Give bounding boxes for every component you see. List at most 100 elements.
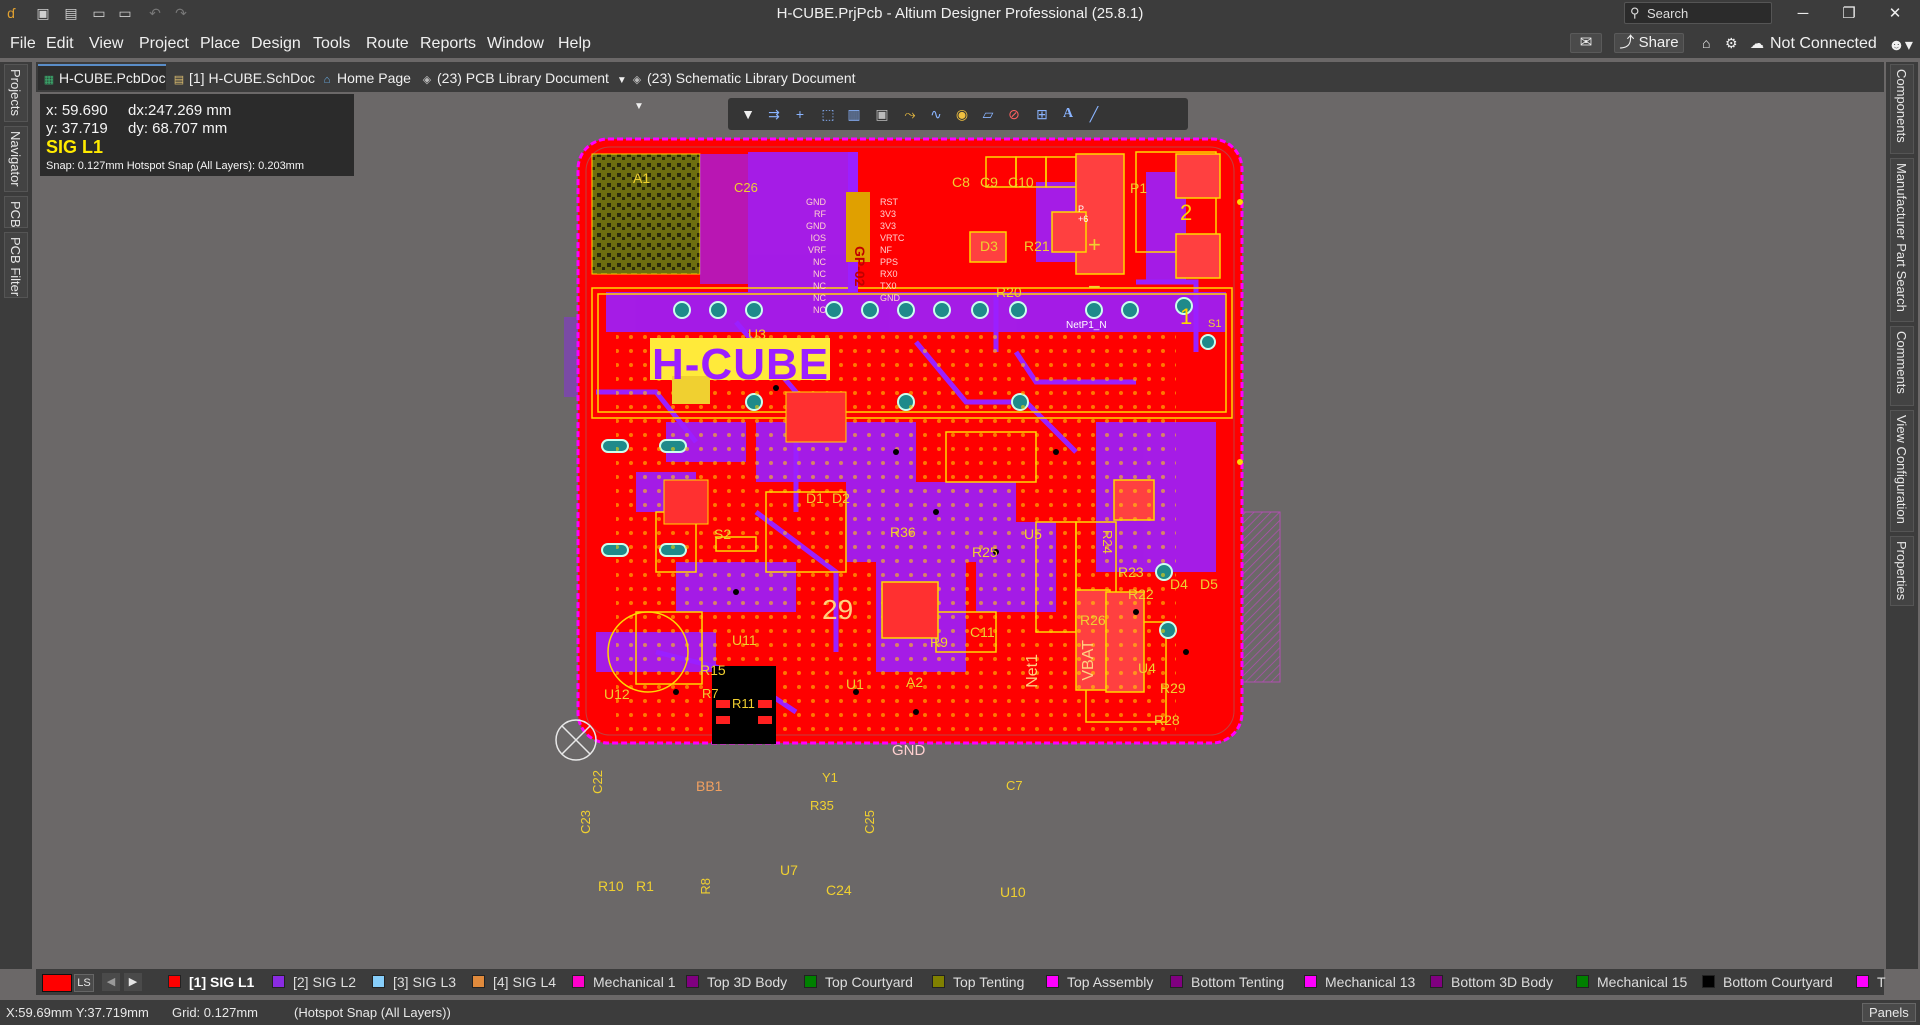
search-box[interactable]: ⚲ Search (1624, 2, 1772, 24)
tab-schematic-library[interactable]: ◈ (23) Schematic Library Document ▼ (626, 66, 870, 112)
component-icon[interactable]: ▣ (872, 104, 892, 124)
layer-tab-sig-l2[interactable]: [2] SIG L2 (272, 974, 356, 990)
ref-r20: R20 (996, 284, 1022, 300)
menu-view[interactable]: View (89, 35, 123, 53)
tab-schdoc[interactable]: ▤ [1] H-CUBE.SchDoc (168, 66, 322, 90)
menu-project[interactable]: Project (139, 35, 189, 53)
keepout-icon[interactable]: ⊘ (1004, 104, 1024, 124)
filter-icon[interactable]: ▼ (738, 104, 758, 124)
panels-button[interactable]: Panels (1862, 1003, 1916, 1022)
restore-icon[interactable]: ❐ (1826, 0, 1872, 28)
menu-window[interactable]: Window (487, 35, 544, 53)
pcb-doc-icon: ▦ (43, 74, 55, 86)
menu-reports[interactable]: Reports (420, 35, 476, 53)
current-layer-swatch[interactable] (42, 974, 72, 992)
panel-tab-navigator[interactable]: Navigator (4, 126, 28, 192)
net1-label: Net1 (1024, 654, 1041, 688)
connection-status[interactable]: Not Connected (1770, 35, 1877, 53)
panel-tab-pcb[interactable]: PCB (4, 196, 28, 228)
ref-d2: D2 (832, 490, 850, 506)
ref-r7: R7 (702, 686, 719, 701)
chat-icon[interactable]: ✉ (1570, 33, 1602, 53)
menu-help[interactable]: Help (558, 35, 591, 53)
share-button[interactable]: ⤴ Share (1614, 33, 1684, 53)
close-icon[interactable]: ✕ (1872, 0, 1918, 28)
menu-bar: File Edit View Project Place Design Tool… (0, 28, 1920, 58)
coordinate-readout: x: 59.690 dx:247.269 mm y: 37.719 dy: 68… (40, 94, 354, 176)
diff-pair-icon[interactable]: ∿ (926, 104, 946, 124)
ref-c7: C7 (1006, 778, 1023, 793)
ref-s2: S2 (714, 526, 732, 542)
chart-icon[interactable]: ▥ (844, 104, 864, 124)
ref-u1: U1 (846, 676, 864, 692)
layer-tab-overflow[interactable]: T (1856, 974, 1886, 990)
layer-tab-bottom-tenting[interactable]: Bottom Tenting (1170, 974, 1284, 990)
ref-p1: P1 (1130, 180, 1148, 196)
gear-icon[interactable]: ⚙ (1725, 35, 1738, 52)
panel-tab-comments[interactable]: Comments (1890, 326, 1914, 406)
panel-tab-properties[interactable]: Properties (1890, 536, 1914, 606)
ref-r8: R8 (698, 878, 713, 895)
layer-tab-top-tenting[interactable]: Top Tenting (932, 974, 1024, 990)
panel-tab-view-configuration[interactable]: View Configuration (1890, 410, 1914, 532)
select-rect-icon[interactable]: ⬚ (818, 104, 838, 124)
layer-tab-top-3d-body[interactable]: Top 3D Body (686, 974, 787, 990)
string-icon[interactable]: A (1058, 104, 1078, 124)
menu-design[interactable]: Design (251, 35, 301, 53)
panel-tab-manufacturer-part-search[interactable]: Manufacturer Part Search (1890, 158, 1914, 322)
ref-c24: C24 (826, 882, 852, 898)
tab-pcbdoc[interactable]: ▦ H-CUBE.PcbDoc (38, 64, 166, 90)
user-icon[interactable]: ☻▾ (1888, 35, 1913, 55)
layer-set-button[interactable]: LS (74, 974, 94, 992)
chip-u1[interactable] (881, 581, 939, 639)
line-icon[interactable]: ╱ (1084, 104, 1104, 124)
panel-tab-projects[interactable]: Projects (4, 64, 28, 122)
polygon-icon[interactable]: ▱ (978, 104, 998, 124)
cross-icon[interactable]: + (790, 104, 810, 124)
ref-d1: D1 (806, 490, 824, 506)
ref-s1: S1 (1208, 318, 1222, 330)
pin-1-label: 1 (1180, 304, 1193, 329)
ref-r25: R25 (972, 544, 998, 560)
status-snap: (Hotspot Snap (All Layers)) (294, 1005, 451, 1020)
layer-tab-bottom-courtyard[interactable]: Bottom Courtyard (1702, 974, 1833, 990)
layer-tab-top-assembly[interactable]: Top Assembly (1046, 974, 1153, 990)
layer-tab-sig-l1[interactable]: [1] SIG L1 (168, 974, 254, 990)
menu-tools[interactable]: Tools (313, 35, 350, 53)
minus-label: − (1088, 274, 1101, 299)
minimize-icon[interactable]: ─ (1780, 0, 1826, 28)
ref-bb1: BB1 (696, 778, 723, 794)
menu-route[interactable]: Route (366, 35, 409, 53)
layer-tab-sig-l3[interactable]: [3] SIG L3 (372, 974, 456, 990)
menu-file[interactable]: File (10, 35, 36, 53)
pcb-canvas[interactable] (36, 92, 1884, 969)
layer-scroll-left-icon[interactable]: ◀ (102, 973, 120, 991)
coord-y: y: 37.719 (46, 120, 108, 137)
origin-marker-icon[interactable] (555, 719, 597, 761)
panel-tab-components[interactable]: Components (1890, 64, 1914, 154)
layer-tab-sig-l4[interactable]: [4] SIG L4 (472, 974, 556, 990)
panel-tab-pcb-filter[interactable]: PCB Filter (4, 232, 28, 298)
interactive-route-icon[interactable]: ⤳ (900, 104, 920, 124)
home-icon[interactable]: ⌂ (1702, 35, 1710, 51)
route-icon[interactable]: ⇉ (764, 104, 784, 124)
tab-pcb-library[interactable]: ◈ (23) PCB Library Document ▼ (416, 66, 630, 90)
ref-r36: R36 (890, 524, 916, 540)
dimension-icon[interactable]: ⊞ (1032, 104, 1052, 124)
plus-label: + (1088, 232, 1101, 257)
chip-u2[interactable] (785, 391, 847, 443)
via-icon[interactable]: ◉ (952, 104, 972, 124)
menu-edit[interactable]: Edit (46, 35, 74, 53)
menu-place[interactable]: Place (200, 35, 240, 53)
status-grid: Grid: 0.127mm (172, 1005, 258, 1020)
p1-pin-label: P +6 (1078, 204, 1089, 224)
sch-library-icon: ◈ (632, 74, 642, 86)
layer-tab-mechanical-13[interactable]: Mechanical 13 (1304, 974, 1415, 990)
layer-tab-bottom-3d-body[interactable]: Bottom 3D Body (1430, 974, 1553, 990)
gnd-label: GND (892, 742, 926, 759)
layer-tab-mechanical-1[interactable]: Mechanical 1 (572, 974, 676, 990)
layer-tab-top-courtyard[interactable]: Top Courtyard (804, 974, 913, 990)
cloud-icon: ☁ (1750, 35, 1764, 51)
layer-scroll-right-icon[interactable]: ▶ (124, 973, 142, 991)
layer-tab-mechanical-15[interactable]: Mechanical 15 (1576, 974, 1687, 990)
